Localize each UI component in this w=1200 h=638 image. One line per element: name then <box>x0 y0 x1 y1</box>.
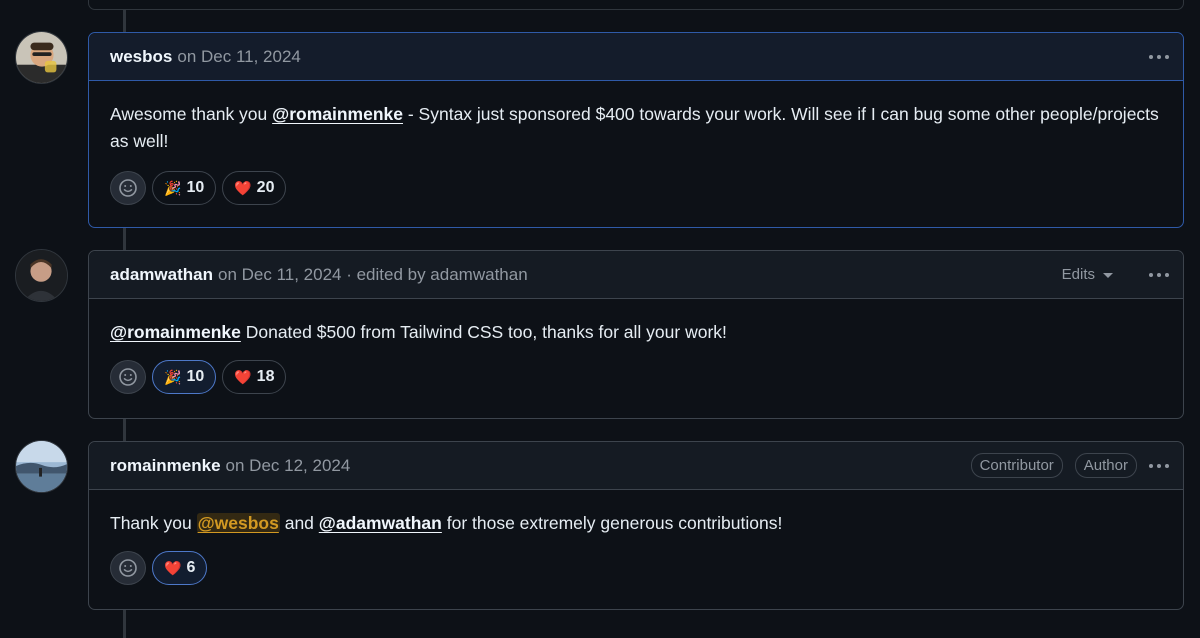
heart-icon: ❤️ <box>234 368 252 385</box>
contributor-badge: Contributor <box>970 453 1063 478</box>
reactions-bar: 🎉 10 ❤️ 18 <box>89 346 1183 394</box>
smiley-icon <box>119 179 137 197</box>
reaction-heart-button[interactable]: ❤️ 6 <box>152 551 208 585</box>
previous-comment-card <box>88 0 1184 10</box>
heart-icon: ❤️ <box>234 179 252 196</box>
avatar-wesbos[interactable] <box>15 31 68 84</box>
comment-body: @romainmenke Donated $500 from Tailwind … <box>89 299 1183 346</box>
user-mention[interactable]: @adamwathan <box>319 513 442 533</box>
reaction-count: 20 <box>256 179 275 196</box>
reaction-count: 6 <box>186 559 196 576</box>
reaction-heart-button[interactable]: ❤️ 20 <box>222 171 287 205</box>
avatar-image <box>16 441 67 492</box>
reaction-hooray-button[interactable]: 🎉 10 <box>152 171 217 205</box>
comment-header: romainmenke on Dec 12, 2024 Contributor … <box>89 442 1183 490</box>
author-link[interactable]: romainmenke <box>110 456 221 476</box>
user-mention[interactable]: @romainmenke <box>110 322 241 342</box>
more-options-icon[interactable] <box>1147 460 1171 472</box>
add-reaction-button[interactable] <box>110 171 146 205</box>
reaction-count: 18 <box>256 368 275 385</box>
more-options-icon[interactable] <box>1147 269 1171 281</box>
comment-timestamp[interactable]: on Dec 12, 2024 <box>226 456 351 476</box>
avatar-adamwathan[interactable] <box>15 249 68 302</box>
add-reaction-button[interactable] <box>110 360 146 394</box>
reactions-bar: 🎉 10 ❤️ 20 <box>89 155 1183 205</box>
party-popper-icon: 🎉 <box>164 179 182 196</box>
smiley-icon <box>119 559 137 577</box>
chevron-down-icon <box>1103 273 1113 278</box>
add-reaction-button[interactable] <box>110 551 146 585</box>
comment-header: adamwathan on Dec 11, 2024 · edited by a… <box>89 251 1183 299</box>
comment-card: adamwathan on Dec 11, 2024 · edited by a… <box>88 250 1184 419</box>
author-link[interactable]: wesbos <box>110 47 172 67</box>
heart-icon: ❤️ <box>164 559 182 576</box>
reaction-count: 10 <box>186 368 205 385</box>
reaction-hooray-button[interactable]: 🎉 10 <box>152 360 217 394</box>
author-link[interactable]: adamwathan <box>110 265 213 285</box>
author-badge: Author <box>1074 453 1137 478</box>
edits-label: Edits <box>1061 266 1095 283</box>
smiley-icon <box>119 368 137 386</box>
body-text: and <box>279 513 319 533</box>
reactions-bar: ❤️ 6 <box>89 537 1183 585</box>
avatar-image <box>16 250 67 301</box>
comment-body: Awesome thank you @romainmenke - Syntax … <box>89 81 1183 155</box>
comment-card: wesbos on Dec 11, 2024 Awesome thank you… <box>88 32 1184 228</box>
comment-header: wesbos on Dec 11, 2024 <box>89 33 1183 81</box>
more-options-icon[interactable] <box>1147 51 1171 63</box>
avatar-image <box>16 32 67 83</box>
body-text: Thank you <box>110 513 197 533</box>
reaction-count: 10 <box>186 179 205 196</box>
comment-timestamp[interactable]: on Dec 11, 2024 · edited by adamwathan <box>218 265 528 285</box>
user-mention[interactable]: @romainmenke <box>272 104 403 124</box>
edits-dropdown[interactable]: Edits <box>1062 266 1113 283</box>
reaction-heart-button[interactable]: ❤️ 18 <box>222 360 287 394</box>
party-popper-icon: 🎉 <box>164 368 182 385</box>
body-text: Awesome thank you <box>110 104 273 124</box>
comment-timestamp[interactable]: on Dec 11, 2024 <box>177 47 301 67</box>
body-text: for those extremely generous contributio… <box>441 513 783 533</box>
avatar-romainmenke[interactable] <box>15 440 68 493</box>
body-text: Donated $500 from Tailwind CSS too, than… <box>240 322 727 342</box>
discussion-timeline: wesbos on Dec 11, 2024 Awesome thank you… <box>0 0 1200 638</box>
comment-body: Thank you @wesbos and @adamwathan for th… <box>89 490 1183 537</box>
comment-card: romainmenke on Dec 12, 2024 Contributor … <box>88 441 1184 610</box>
user-mention-self[interactable]: @wesbos <box>196 513 280 533</box>
